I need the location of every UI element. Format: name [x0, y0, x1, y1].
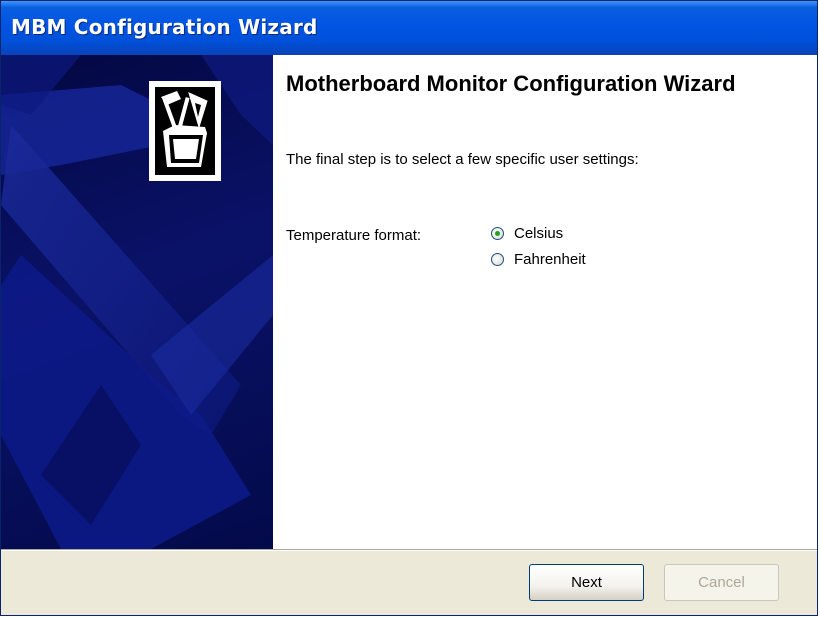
radio-selected-dot: [495, 231, 500, 236]
title-bar[interactable]: MBM Configuration Wizard: [1, 1, 817, 56]
fahrenheit-label[interactable]: Fahrenheit: [514, 251, 586, 268]
celsius-radio[interactable]: [491, 227, 504, 240]
wizard-content-panel: Motherboard Monitor Configuration Wizard…: [273, 55, 817, 549]
wizard-window: MBM Configuration Wizard Motherboard Mon…: [0, 0, 818, 616]
cancel-button[interactable]: Cancel: [664, 564, 779, 601]
instruction-text: The final step is to select a few specif…: [286, 151, 639, 168]
fahrenheit-option[interactable]: Fahrenheit: [491, 251, 586, 268]
temperature-format-label: Temperature format:: [286, 227, 422, 244]
fahrenheit-radio[interactable]: [491, 253, 504, 266]
celsius-option[interactable]: Celsius: [491, 225, 563, 242]
button-bar: Next Cancel: [1, 551, 817, 615]
page-title: Motherboard Monitor Configuration Wizard: [286, 71, 736, 96]
next-button[interactable]: Next: [529, 564, 644, 601]
wizard-sidebar-banner: [1, 55, 273, 549]
celsius-label[interactable]: Celsius: [514, 225, 563, 242]
tools-silhouette-art: [1, 55, 273, 549]
window-title: MBM Configuration Wizard: [11, 15, 318, 39]
wizard-tools-folder-icon: [149, 81, 221, 181]
